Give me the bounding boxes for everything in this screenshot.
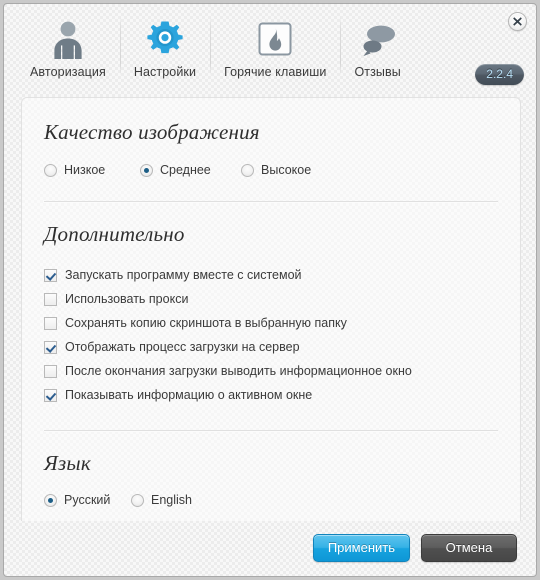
settings-panel: Качество изображения Низкое Среднее Высо… [21,97,521,521]
tab-hotkeys[interactable]: Горячие клавиши [210,4,340,97]
checkbox-label-info-window: После окончания загрузки выводить информ… [65,364,412,378]
radio-quality-low[interactable]: Низкое [44,163,140,177]
checkbox-label-show-upload-progress: Отображать процесс загрузки на сервер [65,340,300,354]
version-badge: 2.2.4 [475,64,524,85]
radio-quality-high[interactable]: Высокое [241,163,311,177]
radio-language-russian[interactable]: Русский [44,493,131,507]
checkbox-label-save-copy: Сохранять копию скриншота в выбранную па… [65,316,347,330]
checkbox-label-proxy: Использовать прокси [65,292,189,306]
radio-label-high: Высокое [261,163,312,177]
radio-icon-russian [44,493,57,507]
checkbox-row-proxy[interactable]: Использовать прокси [44,287,498,311]
additional-checkbox-group: Запускать программу вместе с системой Ис… [44,263,498,407]
radio-language-english[interactable]: English [131,493,192,507]
checkbox-row-autostart[interactable]: Запускать программу вместе с системой [44,263,498,287]
checkbox-icon-autostart [44,268,57,282]
checkbox-row-info-window[interactable]: После окончания загрузки выводить информ… [44,359,498,383]
quality-radio-group: Низкое Среднее Высокое [44,163,498,177]
checkbox-row-save-copy[interactable]: Сохранять копию скриншота в выбранную па… [44,311,498,335]
radio-label-russian: Русский [64,493,111,507]
checkbox-icon-proxy [44,292,57,306]
checkbox-icon-show-upload-progress [44,340,57,354]
radio-label-english: English [151,493,192,507]
apply-button[interactable]: Применить [312,533,410,562]
section-language: Язык Русский English [44,431,498,507]
settings-window: Авторизация Настройки Горячие клавиши От… [3,3,537,577]
toolbar: Авторизация Настройки Горячие клавиши От… [4,4,536,97]
section-title-additional: Дополнительно [44,222,185,246]
section-title-language: Язык [44,451,91,475]
tab-label-hotkeys: Горячие клавиши [224,65,327,79]
checkbox-icon-active-window-info [44,388,57,402]
cancel-button[interactable]: Отмена [421,533,517,562]
language-radio-group: Русский English [44,493,498,507]
flame-icon [255,18,295,62]
radio-quality-medium[interactable]: Среднее [140,163,241,177]
tab-label-settings: Настройки [133,65,197,79]
checkbox-row-show-upload-progress[interactable]: Отображать процесс загрузки на сервер [44,335,498,359]
checkbox-row-active-window-info[interactable]: Показывать информацию о активном окне [44,383,498,407]
footer-actions: Применить Отмена [4,519,536,576]
user-icon [48,18,88,62]
section-title-quality: Качество изображения [44,120,260,144]
tab-feedback[interactable]: Отзывы [340,4,414,97]
tab-label-authorization: Авторизация [30,65,106,79]
tab-label-feedback: Отзывы [354,65,401,79]
checkbox-icon-save-copy [44,316,57,330]
radio-label-low: Низкое [64,163,106,177]
radio-icon-medium [140,163,153,177]
checkbox-label-active-window-info: Показывать информацию о активном окне [65,388,313,402]
section-additional: Дополнительно Запускать программу вместе… [44,202,498,407]
section-quality: Качество изображения Низкое Среднее Высо… [44,98,498,177]
checkbox-label-autostart: Запускать программу вместе с системой [65,268,302,282]
speech-bubbles-icon [357,18,399,62]
checkbox-icon-info-window [44,364,57,378]
tab-authorization[interactable]: Авторизация [16,4,120,97]
radio-label-medium: Среднее [160,163,211,177]
radio-icon-high [241,163,254,177]
radio-icon-low [44,163,57,177]
gear-icon [144,18,186,62]
tab-settings[interactable]: Настройки [119,4,210,97]
radio-icon-english [131,493,144,507]
